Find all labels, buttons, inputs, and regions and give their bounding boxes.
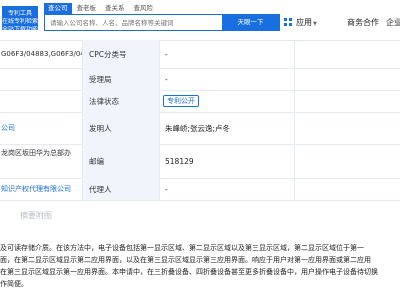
left-cell bbox=[0, 68, 82, 90]
business-cooperation-link[interactable]: 商务合作 bbox=[347, 14, 379, 31]
tab-relation[interactable]: 查关系 bbox=[101, 3, 129, 14]
chevron-down-icon: ▼ bbox=[313, 21, 317, 27]
side-panel bbox=[294, 40, 400, 68]
logo-line-2: 在线专利检索 bbox=[2, 18, 38, 25]
apps-grid-icon[interactable] bbox=[284, 18, 293, 27]
side-panel bbox=[294, 144, 400, 178]
patent-detail-table: G06F3/04883,G06F3/048 CPC分类号 - 受理局 - 法律状… bbox=[0, 40, 400, 201]
abstract-line: 在第三显示区域显示第一应用界面。本申请中，在三折叠设备、四折叠设备甚至更多折叠设… bbox=[0, 268, 378, 276]
table-row: 法律状态 专利公开 bbox=[0, 90, 400, 113]
applicant-value[interactable]: 公司 bbox=[0, 112, 82, 144]
postcode-label: 邮编 bbox=[82, 144, 160, 178]
table-row: 受理局 - bbox=[0, 68, 400, 91]
abstract-line: 面，在第二显示区域显示第二应用界面，以及在第三显示区域显示第三应用界面。响应于用… bbox=[0, 256, 371, 264]
office-label: 受理局 bbox=[82, 68, 160, 90]
office-value: - bbox=[165, 74, 168, 84]
search-type-tabs: 查公司 查老板 查关系 查风险 bbox=[44, 3, 158, 14]
top-header: 专利工具 在线专利检索 全站下载功能 查公司查老板查关系查风险 天眼一下 应用▼… bbox=[0, 0, 400, 41]
inventor-label: 发明人 bbox=[82, 112, 160, 144]
tab-risk[interactable]: 查风险 bbox=[130, 3, 158, 14]
side-panel bbox=[294, 68, 400, 90]
legal-status-badge[interactable]: 专利公开 bbox=[163, 95, 199, 107]
tab-company[interactable]: 查公司 bbox=[44, 3, 72, 14]
table-row: G06F3/04883,G06F3/048 CPC分类号 - bbox=[0, 40, 400, 69]
logo-line-3: 全站下载功能 bbox=[2, 26, 38, 33]
side-panel bbox=[294, 178, 400, 200]
table-row: 知识产权代理有限公司 代理人 - bbox=[0, 178, 400, 201]
ipc-classification-value: G06F3/04883,G06F3/048 bbox=[1, 50, 82, 58]
search-button[interactable]: 天眼一下 bbox=[222, 15, 279, 30]
apps-menu-label: 应用 bbox=[296, 18, 312, 27]
agent-value: - bbox=[165, 184, 168, 194]
agent-label: 代理人 bbox=[82, 178, 160, 200]
legal-status-cell: 专利公开 bbox=[160, 90, 294, 112]
inventor-value: 朱峰峤;张云逸;卢冬 bbox=[165, 123, 231, 133]
search-bar: 天眼一下 bbox=[44, 14, 280, 31]
legal-status-label: 法律状态 bbox=[82, 90, 160, 112]
logo-line-1: 专利工具 bbox=[7, 10, 32, 17]
table-row: 公司 发明人 朱峰峤;张云逸;卢冬 bbox=[0, 112, 400, 145]
left-cell bbox=[0, 90, 82, 112]
side-panel bbox=[294, 112, 400, 144]
side-panel bbox=[294, 90, 400, 112]
enterprise-link[interactable]: 企业 bbox=[386, 14, 400, 31]
cpc-label: CPC分类号 bbox=[82, 40, 160, 68]
abstract-figure-title: 摘要附图 bbox=[20, 211, 52, 220]
table-row: 龙岗区坂田华为总部办 邮编 518129 bbox=[0, 144, 400, 179]
address-value: 龙岗区坂田华为总部办 bbox=[1, 149, 71, 157]
cpc-value: - bbox=[165, 49, 168, 59]
abstract-text: 及可读存储介质。在该方法中，电子设备包括第一显示区域、第二显示区域以及第三显示区… bbox=[0, 242, 400, 290]
site-logo[interactable]: 专利工具 在线专利检索 全站下载功能 bbox=[2, 6, 38, 33]
search-input[interactable] bbox=[45, 15, 231, 30]
apps-menu[interactable]: 应用▼ bbox=[296, 14, 317, 31]
tab-boss[interactable]: 查老板 bbox=[73, 3, 101, 14]
abstract-line: 及可读存储介质。在该方法中，电子设备包括第一显示区域、第二显示区域以及第三显示区… bbox=[0, 244, 364, 252]
abstract-line: 作简便。 bbox=[0, 280, 28, 288]
agency-value[interactable]: 知识产权代理有限公司 bbox=[0, 178, 82, 200]
postcode-value: 518129 bbox=[165, 156, 194, 166]
